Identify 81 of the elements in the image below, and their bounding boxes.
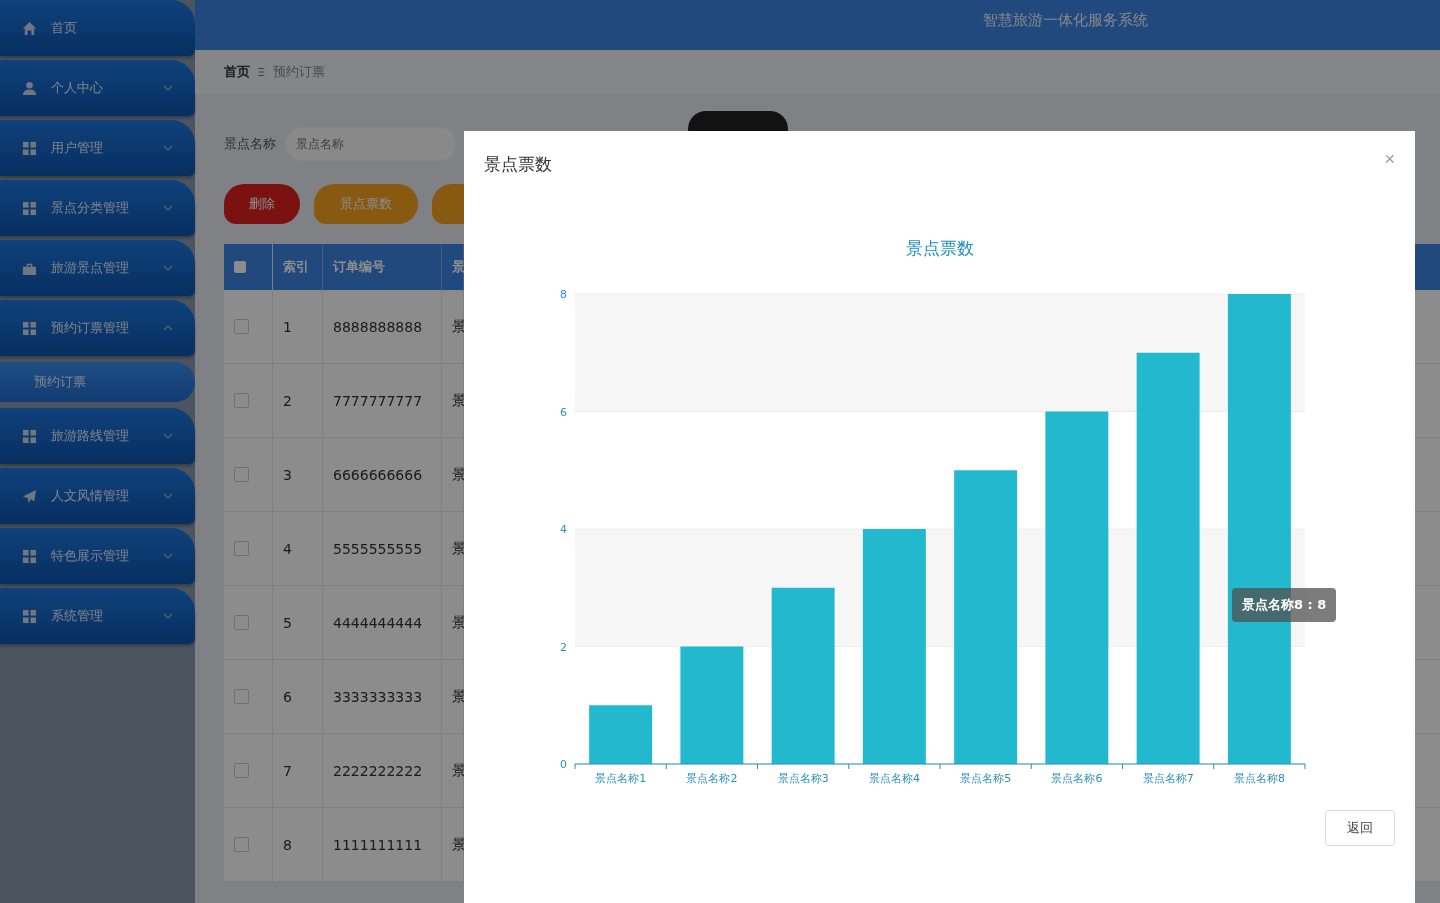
checkbox[interactable] (234, 261, 246, 273)
grid-icon (22, 140, 37, 156)
sidebar-item[interactable]: 个人中心 (0, 60, 195, 116)
app-title: 智慧旅游一体化服务系统 (983, 10, 1148, 31)
chevron-icon (163, 433, 173, 439)
grid-icon (22, 428, 37, 444)
table-cell: 7777777777 (323, 364, 442, 437)
paper-plane-icon (22, 488, 37, 504)
table-cell: 5555555555 (323, 512, 442, 585)
table-cell: 1111111111 (323, 808, 442, 881)
user-icon (22, 80, 37, 96)
delete-button[interactable]: 删除 (224, 184, 300, 224)
sidebar-item[interactable]: 预约订票管理 (0, 300, 195, 356)
column-header: 订单编号 (323, 244, 442, 290)
x-tick-label: 景点名称8 (1233, 772, 1285, 785)
table-cell: 3 (273, 438, 323, 511)
table-cell: 1 (273, 290, 323, 363)
y-tick-label: 2 (560, 640, 567, 654)
checkbox[interactable] (234, 763, 249, 778)
search-field[interactable]: 景点名称 (286, 127, 456, 161)
chevron-icon (163, 553, 173, 559)
grid-icon (22, 200, 37, 216)
sidebar-item[interactable]: 景点分类管理 (0, 180, 195, 236)
y-tick-label: 4 (560, 523, 567, 536)
sidebar-item[interactable]: 系统管理 (0, 588, 195, 644)
chart-tooltip: 景点名称8 : 8 (1232, 588, 1337, 622)
checkbox[interactable] (234, 541, 249, 556)
y-tick-label: 6 (560, 405, 567, 419)
sidebar-item[interactable]: 旅游路线管理 (0, 408, 195, 464)
x-tick-label: 景点名称6 (1051, 772, 1103, 785)
table-cell: 8 (273, 808, 323, 881)
grid-icon (22, 320, 37, 336)
chevron-icon (163, 205, 173, 211)
chevron-icon (163, 325, 173, 331)
table-cell: 4444444444 (323, 586, 442, 659)
table-cell: 4 (273, 512, 323, 585)
x-tick-label: 景点名称5 (960, 772, 1012, 785)
chevron-icon (163, 613, 173, 619)
x-tick-label: 景点名称3 (777, 772, 829, 785)
field-label: 景点名称 (224, 135, 276, 153)
checkbox[interactable] (234, 467, 249, 482)
checkbox[interactable] (234, 689, 249, 704)
chart-title: 景点票数 (906, 238, 974, 258)
table-cell: 2 (273, 364, 323, 437)
submenu-item[interactable]: 预约订票 (0, 362, 195, 402)
checkbox[interactable] (234, 319, 249, 334)
table-cell: 3333333333 (323, 660, 442, 733)
sidebar-item[interactable]: 特色展示管理 (0, 528, 195, 584)
x-tick-label: 景点名称4 (868, 772, 920, 785)
checkbox[interactable] (234, 837, 249, 852)
table-cell: 8888888888 (323, 290, 442, 363)
chevron-icon (163, 265, 173, 271)
y-tick-label: 0 (560, 758, 567, 771)
x-tick-label: 景点名称7 (1142, 772, 1194, 785)
table-cell: 2222222222 (323, 734, 442, 807)
dialog-title: 景点票数 (484, 152, 552, 176)
chevron-icon (163, 493, 173, 499)
x-tick-label: 景点名称1 (595, 772, 647, 785)
y-tick-label: 8 (560, 288, 567, 301)
back-button[interactable]: 返回 (1325, 810, 1395, 846)
table-cell: 6666666666 (323, 438, 442, 511)
chevron-icon (163, 85, 173, 91)
grid-icon (22, 548, 37, 564)
checkbox[interactable] (234, 393, 249, 408)
close-button[interactable]: × (1384, 148, 1395, 170)
action-button[interactable]: 景点票数 (314, 184, 418, 224)
column-header: 索引 (273, 244, 323, 290)
table-cell: 6 (273, 660, 323, 733)
home-icon (22, 20, 37, 36)
checkbox[interactable] (234, 615, 249, 630)
sidebar-item[interactable]: 首页 (0, 0, 195, 56)
sidebar-item[interactable]: 人文风情管理 (0, 468, 195, 524)
table-cell: 5 (273, 586, 323, 659)
sidebar-item[interactable]: 用户管理 (0, 120, 195, 176)
chevron-icon (163, 145, 173, 151)
grid-icon (22, 608, 37, 624)
sidebar-item[interactable]: 旅游景点管理 (0, 240, 195, 296)
table-cell: 7 (273, 734, 323, 807)
breadcrumb-link[interactable]: 首页 (224, 63, 250, 81)
separator-icon (258, 67, 265, 77)
x-tick-label: 景点名称2 (686, 772, 738, 785)
